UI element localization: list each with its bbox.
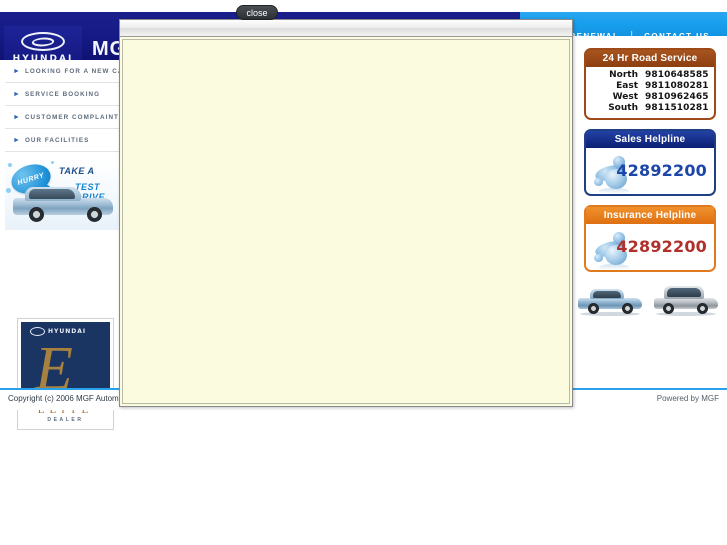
elite-badge-inner: HYUNDAI E ELITE DEALER [21, 322, 110, 426]
telephone-bubble [594, 178, 603, 186]
insurance-helpline-panel: Insurance Helpline 42892200 [584, 205, 716, 272]
zone-number: 9811510281 [645, 103, 709, 113]
car-wheel [588, 303, 599, 314]
sidebar-item-customer-complaints[interactable]: ► CUSTOMER COMPLAINTS [5, 106, 120, 129]
sidebar-item-label: SERVICE BOOKING [24, 90, 101, 98]
left-sidebar: ► LOOKING FOR A NEW CAR ► SERVICE BOOKIN… [0, 60, 120, 430]
bubble-dot-icon [51, 161, 54, 164]
chevron-right-icon: ► [13, 136, 20, 144]
zone-number: 9811080281 [645, 81, 709, 91]
insurance-helpline-title: Insurance Helpline [586, 207, 714, 224]
telephone-reflection [599, 264, 629, 270]
sidebar-item-service-booking[interactable]: ► SERVICE BOOKING [5, 83, 120, 106]
sidebar-item-label: LOOKING FOR A NEW CAR [24, 67, 120, 75]
bubble-dot-icon [8, 163, 12, 167]
sidebar-item-label: OUR FACILITIES [24, 136, 90, 144]
table-row: South 9811510281 [586, 103, 714, 114]
road-service-table: North 9810648585 East 9811080281 West 98… [586, 67, 714, 118]
sidebar-item-label: CUSTOMER COMPLAINTS [24, 113, 120, 121]
elite-dealer-badge: HYUNDAI E ELITE DEALER [17, 318, 114, 430]
sidebar-item-looking-for-a-new-car[interactable]: ► LOOKING FOR A NEW CAR [5, 60, 120, 83]
sidebar-nav-list: ► LOOKING FOR A NEW CAR ► SERVICE BOOKIN… [5, 60, 120, 152]
table-row: West 9810962465 [586, 92, 714, 103]
sales-helpline-body: 42892200 [586, 148, 714, 194]
car-wheel [697, 303, 708, 314]
insurance-helpline-body: 42892200 [586, 224, 714, 270]
chevron-right-icon: ► [13, 67, 20, 75]
car-wheel [29, 207, 44, 222]
chevron-right-icon: ► [13, 90, 20, 98]
telephone-bubble [594, 254, 603, 262]
sales-helpline-number: 42892200 [616, 161, 707, 180]
test-drive-banner[interactable]: HURRY TAKE A TEST DRIVE [5, 158, 120, 230]
zone-label: West [612, 92, 638, 102]
sales-helpline-title: Sales Helpline [586, 131, 714, 148]
sales-helpline-panel: Sales Helpline 42892200 [584, 129, 716, 196]
car-window [593, 290, 621, 298]
car-wheel [622, 303, 633, 314]
zone-label: East [616, 81, 638, 91]
car-window [667, 288, 701, 297]
zone-label: South [608, 103, 638, 113]
elite-subtitle: DEALER [47, 416, 84, 423]
page-root: RENEWAL | CONTACT US HYUNDAI MGF ► LOOKI… [0, 0, 727, 545]
zone-label: North [609, 70, 638, 80]
table-row: North 9810648585 [586, 70, 714, 81]
car-wheel [87, 207, 102, 222]
road-service-title: 24 Hr Road Service [586, 50, 714, 67]
road-service-panel: 24 Hr Road Service North 9810648585 East… [584, 48, 716, 120]
zone-number: 9810648585 [645, 70, 709, 80]
car-wheel [663, 303, 674, 314]
chevron-right-icon: ► [13, 113, 20, 121]
elite-brand-label: HYUNDAI [48, 328, 87, 335]
hatchback-car-image [11, 184, 115, 224]
popup-content-area [122, 39, 570, 404]
suv-car-image [652, 285, 720, 316]
insurance-helpline-number: 42892200 [616, 237, 707, 256]
popup-title-bar [120, 20, 572, 37]
close-button[interactable]: close [236, 5, 278, 20]
hyundai-oval-icon [21, 32, 65, 51]
popup-window [119, 19, 573, 407]
sedan-car-image [576, 285, 644, 316]
powered-by-text: Powered by MGF [656, 394, 719, 403]
sidebar-item-our-facilities[interactable]: ► OUR FACILITIES [5, 129, 120, 152]
table-row: East 9811080281 [586, 81, 714, 92]
car-showcase [574, 282, 724, 318]
telephone-reflection [599, 188, 629, 194]
car-window [29, 189, 75, 199]
test-drive-line-1: TAKE A [59, 166, 95, 176]
right-sidebar: 24 Hr Road Service North 9810648585 East… [570, 36, 727, 385]
zone-number: 9810962465 [645, 92, 709, 102]
